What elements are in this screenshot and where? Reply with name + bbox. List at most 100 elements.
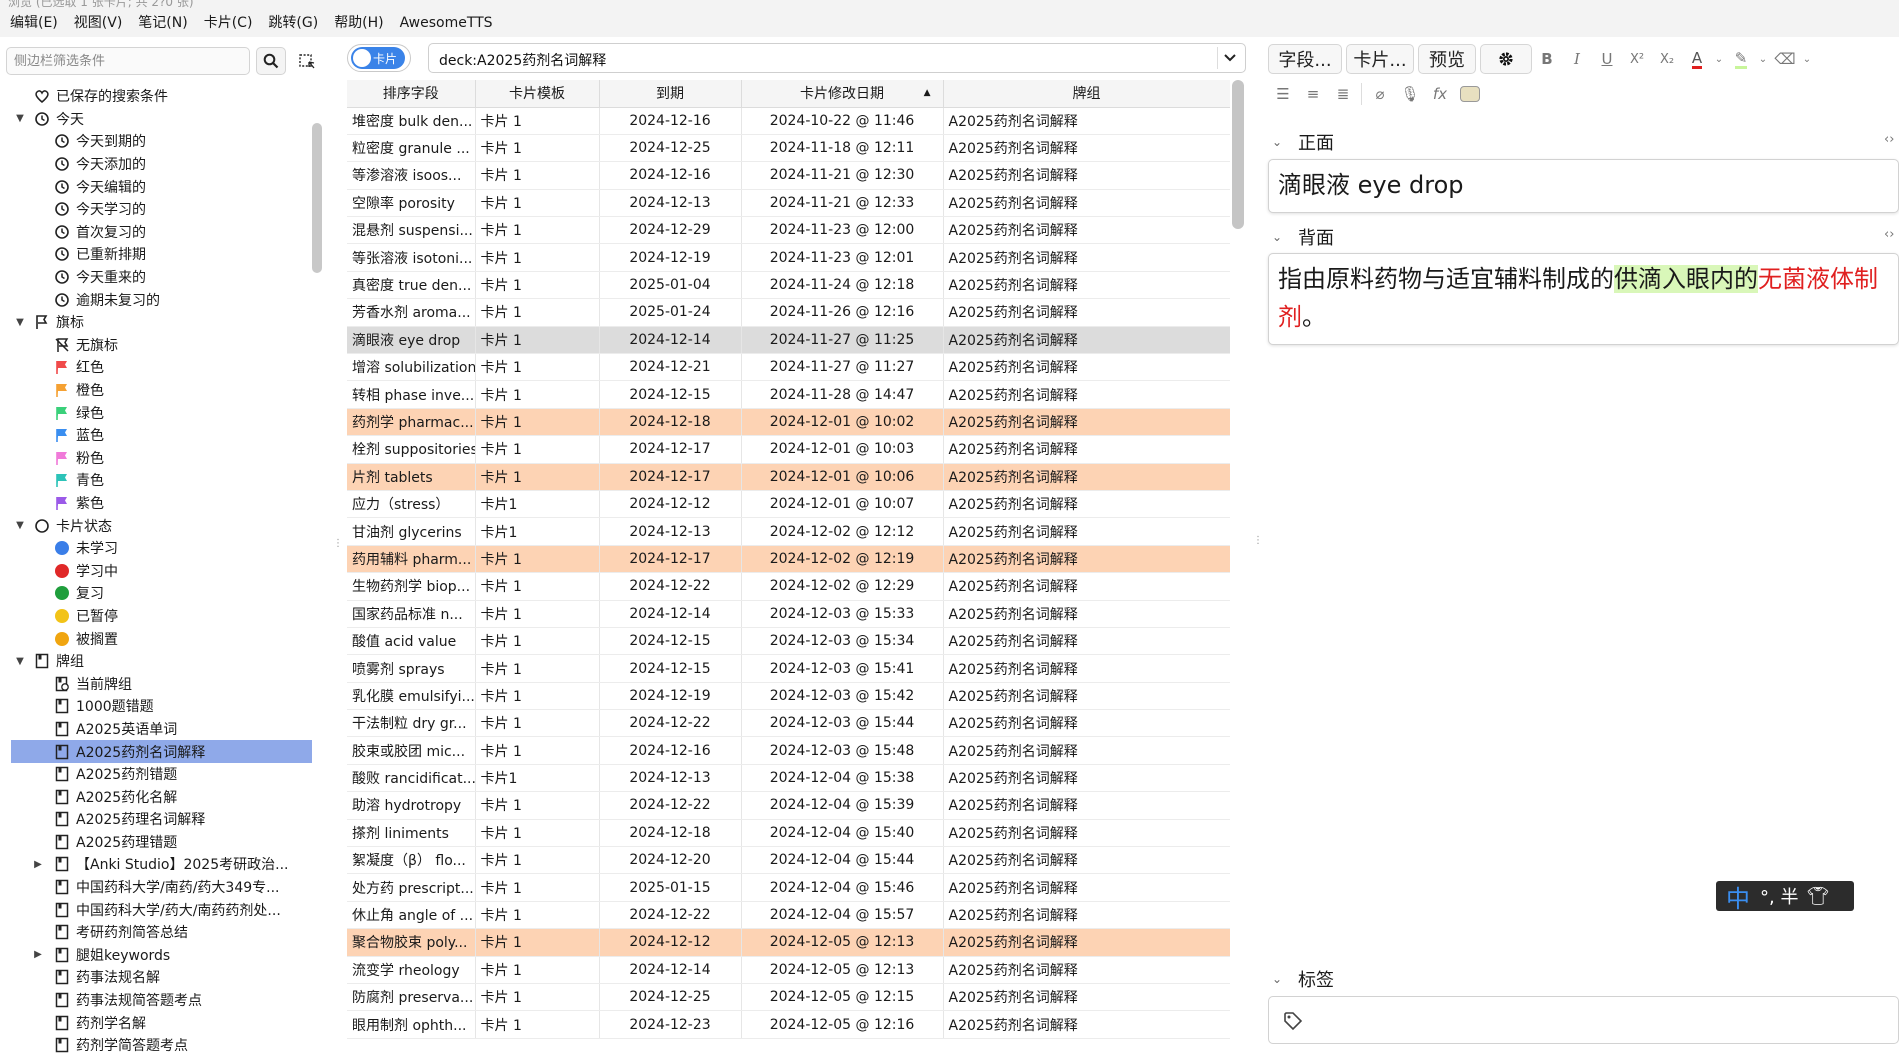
menu-edit[interactable]: 编辑(E) [2, 9, 66, 37]
menu-go[interactable]: 跳转(G) [260, 9, 326, 37]
sidebar-item[interactable]: 逾期未复习的 [0, 288, 312, 311]
sidebar-item[interactable]: 已重新排期 [0, 243, 312, 266]
table-row[interactable]: 流变学 rheology 卡片 1 2024-12-14 2024-12-05 @ 1… [347, 956, 1230, 985]
microphone-icon[interactable]: 🎙︎ [1395, 79, 1425, 109]
options-button[interactable] [1480, 44, 1532, 74]
table-row[interactable]: 等张溶液 isotoni... 卡片 1 2024-12-19 2024-11-23 … [347, 243, 1230, 272]
sidebar-item[interactable]: 红色 [0, 356, 312, 379]
expand-arrow-icon[interactable]: ▼ [14, 655, 26, 667]
table-row[interactable]: 絮凝度（β） flo... 卡片 1 2024-12-20 2024-12-04 @ … [347, 846, 1230, 875]
front-field-label[interactable]: ⌄ 正面 [1272, 129, 1334, 155]
table-row[interactable]: 眼用制剂 ophth... 卡片 1 2024-12-23 2024-12-05 @ … [347, 1010, 1230, 1039]
ordered-list-icon[interactable]: ≡ [1298, 79, 1328, 109]
sidebar-item[interactable]: 蓝色 [0, 424, 312, 447]
table-row[interactable]: 粒密度 granule ... 卡片 1 2024-12-25 2024-11-18 … [347, 134, 1230, 163]
table-row[interactable]: 空隙率 porosity 卡片 1 2024-12-13 2024-11-21 @ 1… [347, 189, 1230, 218]
bold-button[interactable]: B [1532, 44, 1562, 74]
math-function-icon[interactable]: fx [1425, 79, 1455, 109]
sidebar-item[interactable]: 已暂停 [0, 605, 312, 628]
sidebar-select-mode-button[interactable] [292, 47, 322, 75]
sidebar-scrollbar[interactable] [312, 123, 322, 273]
sidebar-item[interactable]: 考研药剂简答总结 [0, 921, 312, 944]
editor-splitter-handle[interactable]: ⋮ [1253, 535, 1263, 546]
table-row[interactable]: 国家药品标准 n... 卡片 1 2024-12-14 2024-12-03 @ 15… [347, 600, 1230, 628]
sidebar-filter-input[interactable] [6, 47, 250, 75]
table-row[interactable]: 聚合物胶束 poly... 卡片 1 2024-12-12 2024-12-05 @ … [347, 928, 1230, 957]
table-row[interactable]: 酸值 acid value 卡片 1 2024-12-15 2024-12-03 @ … [347, 627, 1230, 656]
back-field-editor[interactable]: 指由原料药物与适宜辅料制成的供滴入眼内的无菌液体制剂。 [1268, 253, 1899, 345]
sidebar-item[interactable]: ▼ 今天 [0, 108, 312, 131]
sidebar-item[interactable]: A2025药理错题 [0, 831, 312, 854]
sidebar-item[interactable]: 被搁置 [0, 627, 312, 650]
table-row[interactable]: 处方药 prescript... 卡片 1 2025-01-15 2024-12-04… [347, 873, 1230, 902]
menu-help[interactable]: 帮助(H) [326, 9, 391, 37]
sidebar-item[interactable]: 今天学习的 [0, 198, 312, 221]
table-row[interactable]: 搽剂 liniments 卡片 1 2024-12-18 2024-12-04 @ 1… [347, 819, 1230, 848]
cards-notes-toggle[interactable]: 卡片 [347, 44, 411, 72]
text-color-button[interactable]: A [1682, 44, 1712, 74]
table-row[interactable]: 混悬剂 suspensi... 卡片 1 2024-12-29 2024-11-23 … [347, 216, 1230, 245]
sidebar-item[interactable]: ▼ 卡片状态 [0, 514, 312, 537]
ime-punctuation-width[interactable]: °, 半 [1760, 883, 1798, 909]
sidebar-item[interactable]: 紫色 [0, 492, 312, 515]
column-header-deck[interactable]: 牌组 [943, 80, 1230, 108]
menu-cards[interactable]: 卡片(C) [196, 9, 261, 37]
preview-button[interactable]: 预览 [1418, 44, 1476, 74]
table-row[interactable]: 滴眼液 eye drop 卡片 1 2024-12-14 2024-11-27 @ 1… [347, 326, 1230, 355]
cards-button[interactable]: 卡片... [1346, 44, 1414, 74]
sidebar-item[interactable]: 未学习 [0, 537, 312, 560]
table-row[interactable]: 堆密度 bulk den... 卡片 1 2024-12-16 2024-10-22 … [347, 107, 1230, 135]
column-header-card-template[interactable]: 卡片模板 [475, 80, 600, 108]
expand-arrow-icon[interactable]: ▼ [14, 113, 26, 125]
menu-view[interactable]: 视图(V) [66, 9, 131, 37]
highlight-dropdown[interactable]: ⌄ [1756, 44, 1770, 74]
sidebar-item[interactable]: A2025药剂名词解释 [11, 740, 312, 763]
expand-arrow-icon[interactable]: ▼ [14, 316, 26, 328]
table-row[interactable]: 芳香水剂 aroma... 卡片 1 2025-01-24 2024-11-26 @ … [347, 298, 1230, 327]
table-scrollbar[interactable] [1232, 80, 1244, 229]
sidebar-item[interactable]: ▼ 旗标 [0, 311, 312, 334]
sidebar-item[interactable]: 粉色 [0, 447, 312, 470]
ime-toolbar[interactable]: 中 °, 半 👕︎ [1716, 879, 1854, 914]
sidebar-item[interactable]: A2025英语单词 [0, 718, 312, 741]
table-row[interactable]: 片剂 tablets 卡片 1 2024-12-17 2024-12-01 @ 10:… [347, 463, 1230, 491]
sidebar-splitter-handle[interactable]: ⋮ [333, 538, 343, 556]
sidebar-item[interactable]: 药事法规简答题考点 [0, 989, 312, 1012]
sidebar-item[interactable]: 药剂学简答题考点 [0, 1034, 312, 1057]
eraser-dropdown[interactable]: ⌄ [1800, 44, 1814, 74]
sidebar-item[interactable]: 无旗标 [0, 334, 312, 357]
sidebar-item[interactable]: ▶ 腿姐keywords [0, 944, 312, 967]
table-row[interactable]: 等渗溶液 isoos... 卡片 1 2024-12-16 2024-11-21 @ … [347, 161, 1230, 190]
ime-chinese-mode[interactable]: 中 [1726, 879, 1750, 914]
fields-button[interactable]: 字段... [1268, 44, 1342, 74]
sidebar-item[interactable]: 今天编辑的 [0, 175, 312, 198]
column-header-due[interactable]: 到期 [599, 80, 742, 108]
table-row[interactable]: 防腐剂 preserva... 卡片 1 2024-12-25 2024-12-05 … [347, 983, 1230, 1012]
column-header-card-modified[interactable]: 卡片修改日期 ▲ [741, 80, 944, 108]
table-row[interactable]: 转相 phase inve... 卡片 1 2024-12-15 2024-11-28… [347, 380, 1230, 409]
html-editor-toggle-icon[interactable]: ‹› [1884, 132, 1894, 147]
sidebar-item[interactable]: 药剂学名解 [0, 1011, 312, 1034]
sidebar-item[interactable]: 绿色 [0, 401, 312, 424]
sidebar-item[interactable]: 今天到期的 [0, 130, 312, 153]
superscript-button[interactable]: X² [1622, 44, 1652, 74]
shirt-skin-icon[interactable]: 👕︎ [1806, 886, 1829, 907]
sidebar-item[interactable]: 橙色 [0, 379, 312, 402]
table-row[interactable]: 药剂学 pharmac... 卡片 1 2024-12-18 2024-12-01 @… [347, 408, 1230, 437]
eraser-button[interactable]: ⌫ [1770, 44, 1800, 74]
table-row[interactable]: 真密度 true den... 卡片 1 2025-01-04 2024-11-24 … [347, 271, 1230, 300]
table-row[interactable]: 乳化膜 emulsifyi... 卡片 1 2024-12-19 2024-12-03… [347, 682, 1230, 711]
sidebar-item[interactable]: 当前牌组 [0, 672, 312, 695]
browser-search-input[interactable]: deck:A2025药剂名词解释 [428, 43, 1246, 73]
sidebar-item[interactable]: ▼ 牌组 [0, 650, 312, 673]
highlight-button[interactable]: ✎ [1726, 44, 1756, 74]
table-row[interactable]: 喷雾剂 sprays 卡片 1 2024-12-15 2024-12-03 @ 15:… [347, 654, 1230, 683]
sidebar-item[interactable]: A2025药理名词解释 [0, 808, 312, 831]
collapse-arrow-icon[interactable]: ▶ [32, 949, 44, 961]
front-field-editor[interactable]: 滴眼液 eye drop [1268, 159, 1899, 213]
table-row[interactable]: 增溶 solubilization 卡片 1 2024-12-21 2024-11-2… [347, 353, 1230, 382]
collapse-arrow-icon[interactable]: ▶ [32, 858, 44, 870]
column-header-sort-field[interactable]: 排序字段 [347, 80, 476, 108]
sidebar-item[interactable]: 首次复习的 [0, 221, 312, 244]
table-row[interactable]: 胶束或胶团 mic... 卡片 1 2024-12-16 2024-12-03 @ 1… [347, 736, 1230, 765]
